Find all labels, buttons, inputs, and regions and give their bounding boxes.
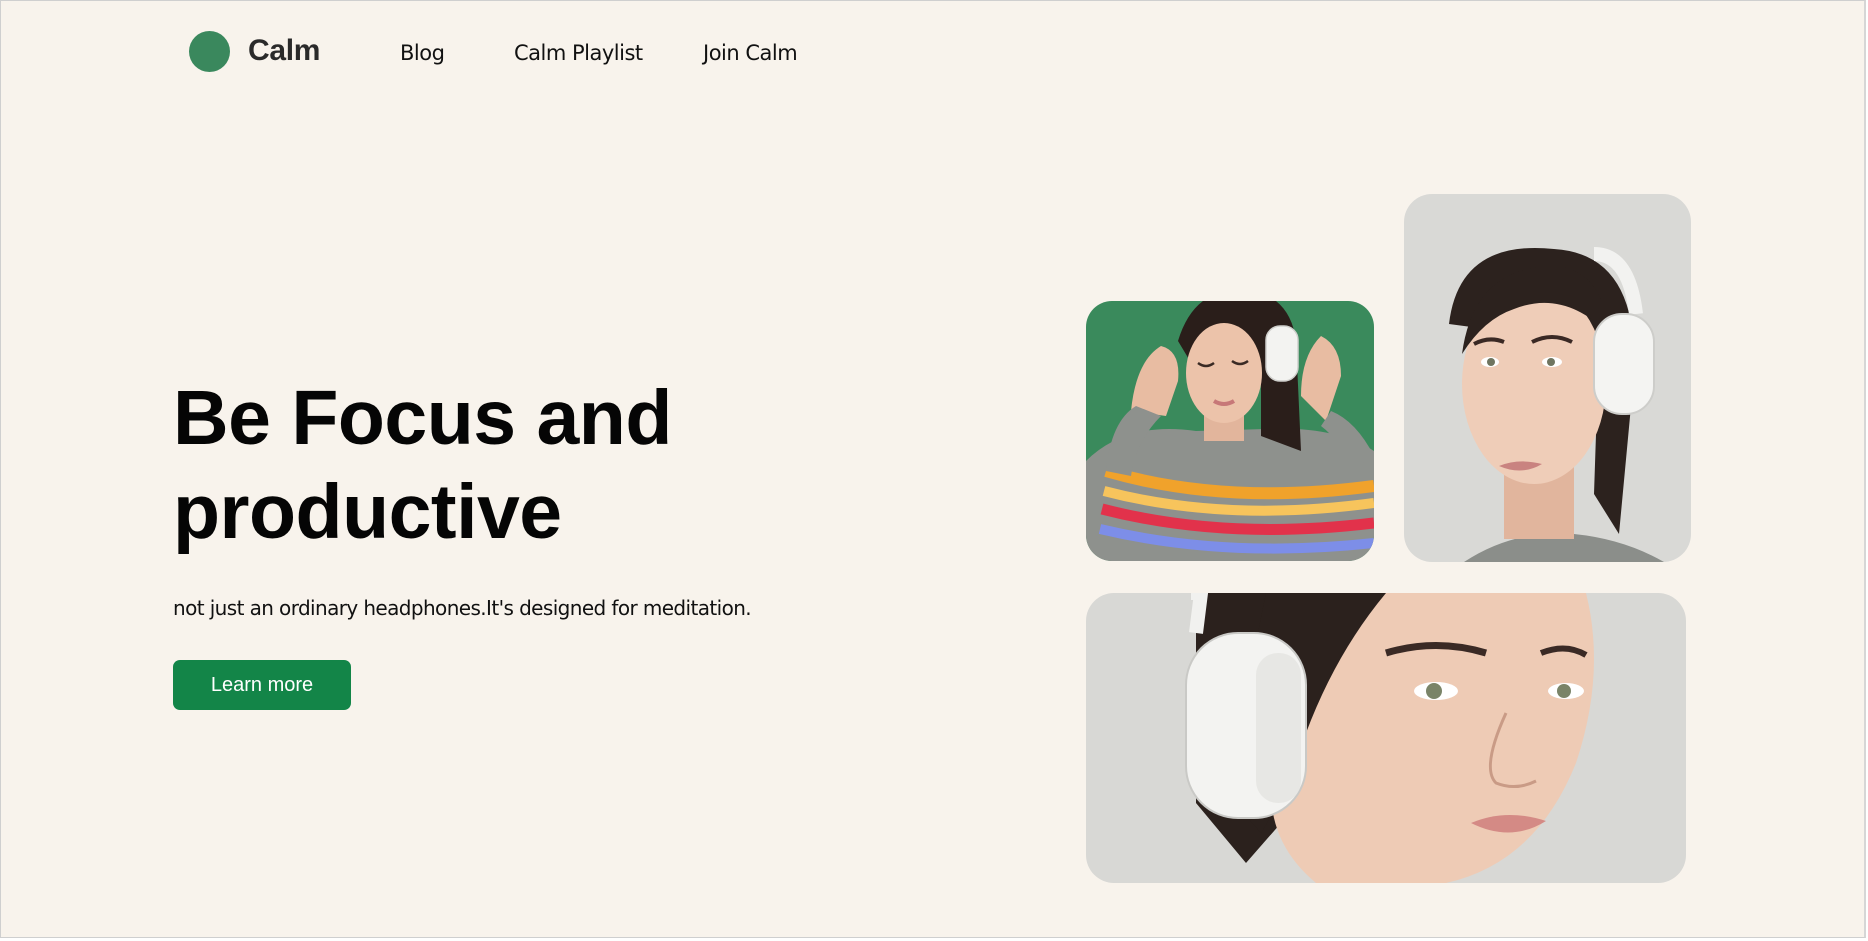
woman-headphones-profile-photo xyxy=(1404,194,1691,562)
woman-headphones-closeup-photo xyxy=(1086,593,1686,883)
brand-name[interactable]: Calm xyxy=(248,34,320,68)
hero-title: Be Focus and productive xyxy=(173,371,873,559)
bottom-divider xyxy=(184,937,384,938)
hero-title-line-2: productive xyxy=(173,469,562,555)
nav-link-blog[interactable]: Blog xyxy=(400,41,445,65)
page: Calm Blog Calm Playlist Join Calm Be Foc… xyxy=(0,0,1866,938)
nav-link-join-calm[interactable]: Join Calm xyxy=(703,41,798,65)
hero-subtitle: not just an ordinary headphones.It's des… xyxy=(173,596,752,620)
woman-headphones-green-photo xyxy=(1086,301,1374,561)
hero-title-line-1: Be Focus and xyxy=(173,375,672,461)
logo-icon[interactable] xyxy=(189,31,230,72)
learn-more-button[interactable]: Learn more xyxy=(173,660,351,710)
nav-link-calm-playlist[interactable]: Calm Playlist xyxy=(514,41,643,65)
